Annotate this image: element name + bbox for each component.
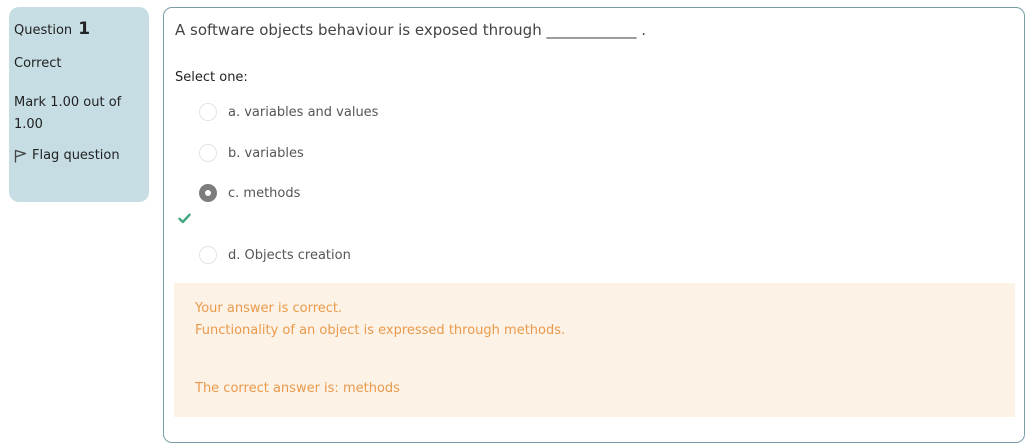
answer-option-label: d. Objects creation [228, 247, 351, 263]
radio-option-b[interactable] [199, 144, 217, 162]
question-state: Correct [14, 56, 62, 71]
select-prompt: Select one: [175, 70, 248, 85]
correct-check-icon [178, 213, 191, 224]
question-grade: Mark 1.00 out of 1.00 [14, 95, 122, 132]
question-label: Question [14, 23, 73, 38]
feedback-general: Functionality of an object is expressed … [195, 323, 566, 338]
radio-option-c[interactable] [199, 184, 217, 202]
question-text: A software objects behaviour is exposed … [175, 21, 646, 39]
answer-option-label: b. variables [228, 145, 304, 161]
radio-option-a[interactable] [199, 103, 217, 121]
answer-option-label: c. methods [228, 185, 301, 201]
answer-option-a[interactable]: a. variables and values [199, 103, 378, 121]
answer-option-c[interactable]: c. methods [199, 184, 300, 202]
flag-question-link[interactable]: Flag question [14, 148, 144, 163]
flag-icon [14, 149, 27, 162]
question-number: Question 1 [14, 19, 144, 39]
answer-option-label: a. variables and values [228, 104, 379, 120]
feedback-box: Your answer is correct. Functionality of… [174, 283, 1015, 417]
flag-question-label: Flag question [32, 148, 120, 163]
answer-option-b[interactable]: b. variables [199, 144, 304, 162]
feedback-result: Your answer is correct. [195, 301, 343, 316]
answer-option-d[interactable]: d. Objects creation [199, 246, 351, 264]
radio-option-d[interactable] [199, 246, 217, 264]
question-number-value: 1 [78, 19, 91, 39]
feedback-right-answer: The correct answer is: methods [195, 381, 400, 396]
question-content: A software objects behaviour is exposed … [163, 7, 1025, 443]
question-info-panel: Question 1 Correct Mark 1.00 out of 1.00… [9, 7, 149, 202]
